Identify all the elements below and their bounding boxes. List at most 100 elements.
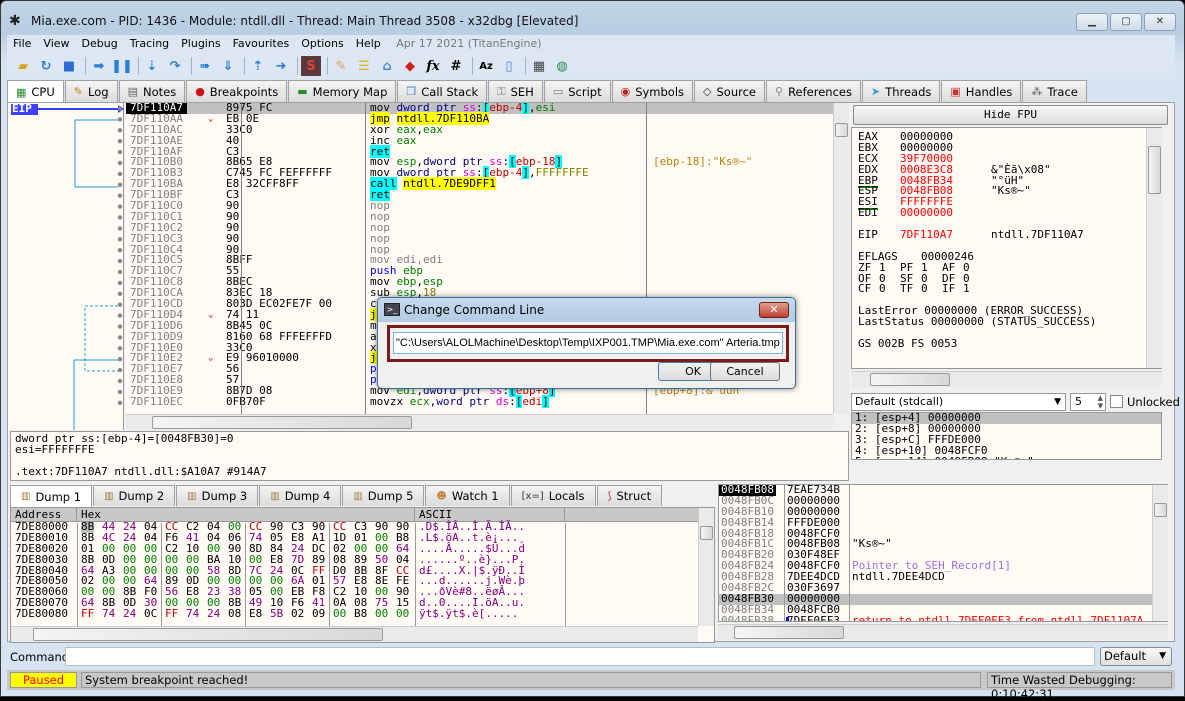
hex-byte[interactable]: 08 bbox=[228, 608, 241, 620]
hex-byte[interactable]: 5B bbox=[270, 608, 283, 620]
breakpoint-dot[interactable] bbox=[117, 258, 123, 264]
comment-icon[interactable]: ☰ bbox=[354, 56, 374, 76]
scroll-thumb[interactable] bbox=[1154, 503, 1167, 517]
trace-into-icon[interactable]: ➠ bbox=[195, 56, 215, 76]
flag-value[interactable]: 0 bbox=[921, 284, 928, 295]
command-input[interactable] bbox=[65, 647, 1095, 666]
calculator-icon[interactable]: ▦ bbox=[529, 56, 549, 76]
breakpoint-dot[interactable] bbox=[117, 378, 123, 384]
label-icon[interactable]: ⌂ bbox=[377, 56, 397, 76]
close-button[interactable]: ✕ bbox=[1144, 13, 1176, 31]
tab-memory-map[interactable]: ▬ Memory Map bbox=[288, 80, 397, 102]
step-over-icon[interactable]: ↷ bbox=[165, 56, 185, 76]
registers-view[interactable]: EAX 00000000 EBX 00000000 ECX 39F70000 EDX 0008… bbox=[851, 127, 1162, 369]
stack-hscroll[interactable] bbox=[718, 624, 1168, 640]
dump-hscroll[interactable] bbox=[11, 626, 698, 642]
hex-byte[interactable]: 0C bbox=[144, 608, 157, 620]
breakpoint-dot[interactable] bbox=[117, 128, 123, 133]
breakpoint-dot[interactable] bbox=[117, 302, 123, 307]
breakpoint-dot[interactable] bbox=[117, 269, 123, 275]
run-icon[interactable]: ➡ bbox=[89, 56, 109, 76]
hex-byte[interactable]: 00 bbox=[333, 608, 346, 620]
stack-view[interactable]: 0048FB08 7EAE734B 0048FB0C 00000000 0048FB10… bbox=[718, 484, 1168, 622]
arguments-view[interactable]: 1: [esp+4] 00000000 2: [esp+8] 00000000 3:… bbox=[851, 412, 1162, 460]
disasm-vscroll[interactable] bbox=[833, 103, 849, 414]
menu-file[interactable]: File bbox=[7, 35, 37, 53]
calling-convention-select[interactable]: Default (stdcall) ▼ bbox=[851, 393, 1066, 411]
module-icon[interactable]: ▯ bbox=[499, 56, 519, 76]
patch-icon[interactable]: ✎ bbox=[331, 56, 351, 76]
menu-view[interactable]: View bbox=[37, 35, 75, 53]
run-to-user-code-icon[interactable]: ➜ bbox=[271, 56, 291, 76]
tab-watch-1[interactable]: ☻ Watch 1 bbox=[425, 485, 510, 506]
scroll-thumb[interactable] bbox=[835, 123, 848, 137]
breakpoint-dot[interactable] bbox=[117, 226, 123, 231]
scroll-thumb[interactable] bbox=[700, 526, 713, 540]
open-icon[interactable]: ▰ bbox=[13, 56, 33, 76]
menu-plugins[interactable]: Plugins bbox=[175, 35, 226, 53]
breakpoint-dot[interactable] bbox=[117, 139, 123, 144]
hex-byte[interactable]: 74 bbox=[186, 608, 199, 620]
menu-favourites[interactable]: Favourites bbox=[227, 35, 296, 53]
hex-byte[interactable]: 74 bbox=[102, 608, 115, 620]
function-icon[interactable]: fx bbox=[423, 56, 443, 76]
cancel-button[interactable]: Cancel bbox=[710, 362, 780, 381]
stack-vscroll[interactable] bbox=[1152, 485, 1168, 621]
tab-dump-2[interactable]: ▥ Dump 2 bbox=[93, 485, 176, 506]
tab-dump-5[interactable]: ▥ Dump 5 bbox=[342, 485, 425, 506]
tab-log[interactable]: ✎ Log bbox=[64, 80, 118, 102]
hex-byte[interactable]: 02 bbox=[291, 608, 304, 620]
breakpoint-dot[interactable] bbox=[117, 160, 123, 166]
flag-value[interactable]: 0 bbox=[879, 284, 886, 295]
argument-row[interactable]: 5: [esp+14] 0048FB08 "Ks®~" bbox=[852, 456, 1161, 459]
tab-symbols[interactable]: ◉ Symbols bbox=[611, 80, 694, 102]
breakpoint-dot[interactable] bbox=[117, 117, 123, 122]
menu-tracing[interactable]: Tracing bbox=[124, 35, 175, 53]
breakpoint-dot[interactable] bbox=[117, 237, 123, 242]
breakpoint-dot[interactable] bbox=[117, 313, 123, 318]
breakpoint-dot[interactable] bbox=[117, 215, 123, 220]
disasm-row[interactable]: 7DF110EC 0FB70F movzx ecx,word ptr ds:[edi… bbox=[126, 395, 833, 409]
hex-byte[interactable]: B8 bbox=[354, 608, 367, 620]
dump-view[interactable]: Address Hex ASCII 7DE80000 8B 44 24 04 CC C2 04… bbox=[10, 507, 715, 643]
breakpoint-dot[interactable] bbox=[117, 193, 123, 198]
trace-over-icon[interactable]: ⇓ bbox=[218, 56, 238, 76]
arg-count-spinner[interactable]: 5 ▲ ▼ bbox=[1070, 393, 1106, 411]
tab-dump-4[interactable]: ▥ Dump 4 bbox=[259, 485, 342, 506]
restart-icon[interactable]: ↻ bbox=[36, 56, 56, 76]
globe-icon[interactable]: ◍ bbox=[552, 56, 572, 76]
breakpoint-dot[interactable] bbox=[117, 324, 123, 329]
tab-call-stack[interactable]: ❐ Call Stack bbox=[397, 80, 488, 102]
breakpoint-dot[interactable] bbox=[117, 204, 123, 209]
maximize-button[interactable]: ▢ bbox=[1110, 13, 1142, 31]
tab-dump-1[interactable]: ▥ Dump 1 bbox=[10, 485, 93, 507]
execute-till-return-icon[interactable]: ⇡ bbox=[248, 56, 268, 76]
tab-notes[interactable]: ▤ Notes bbox=[118, 80, 186, 102]
tab-seh[interactable]: ⚿ SEH bbox=[488, 80, 543, 102]
tab-cpu[interactable]: ▦ CPU bbox=[7, 80, 64, 103]
scroll-thumb[interactable] bbox=[1148, 146, 1161, 194]
hash-icon[interactable]: # bbox=[446, 56, 466, 76]
bookmark-icon[interactable]: ◆ bbox=[400, 56, 420, 76]
register-value[interactable]: 00000000 bbox=[900, 207, 953, 219]
hex-byte[interactable]: 00 bbox=[396, 608, 409, 620]
breakpoint-dot[interactable] bbox=[117, 171, 123, 177]
tab-trace[interactable]: ⁂ Trace bbox=[1022, 80, 1087, 102]
scroll-thumb[interactable] bbox=[734, 626, 844, 639]
flag-value[interactable]: 1 bbox=[963, 284, 970, 295]
scylla-icon[interactable]: S bbox=[301, 56, 321, 76]
tab-struct[interactable]: ⟆ Struct bbox=[596, 485, 663, 506]
tab-locals[interactable]: [x=] Locals bbox=[510, 485, 596, 506]
dialog-close-button[interactable]: ✕ bbox=[759, 302, 789, 318]
stop-icon[interactable]: ■ bbox=[59, 56, 79, 76]
register-value[interactable]: 7DF110A7 bbox=[900, 229, 953, 241]
dump-vscroll[interactable] bbox=[698, 508, 714, 626]
scroll-thumb[interactable] bbox=[152, 416, 412, 429]
hex-byte[interactable]: E8 bbox=[249, 608, 262, 620]
scroll-thumb[interactable] bbox=[33, 628, 383, 641]
breakpoint-dot[interactable] bbox=[117, 346, 123, 351]
breakpoint-dot[interactable] bbox=[117, 149, 123, 155]
breakpoint-dot[interactable] bbox=[117, 106, 123, 111]
breakpoint-dot[interactable] bbox=[117, 248, 123, 253]
command-line-input[interactable] bbox=[393, 332, 783, 354]
